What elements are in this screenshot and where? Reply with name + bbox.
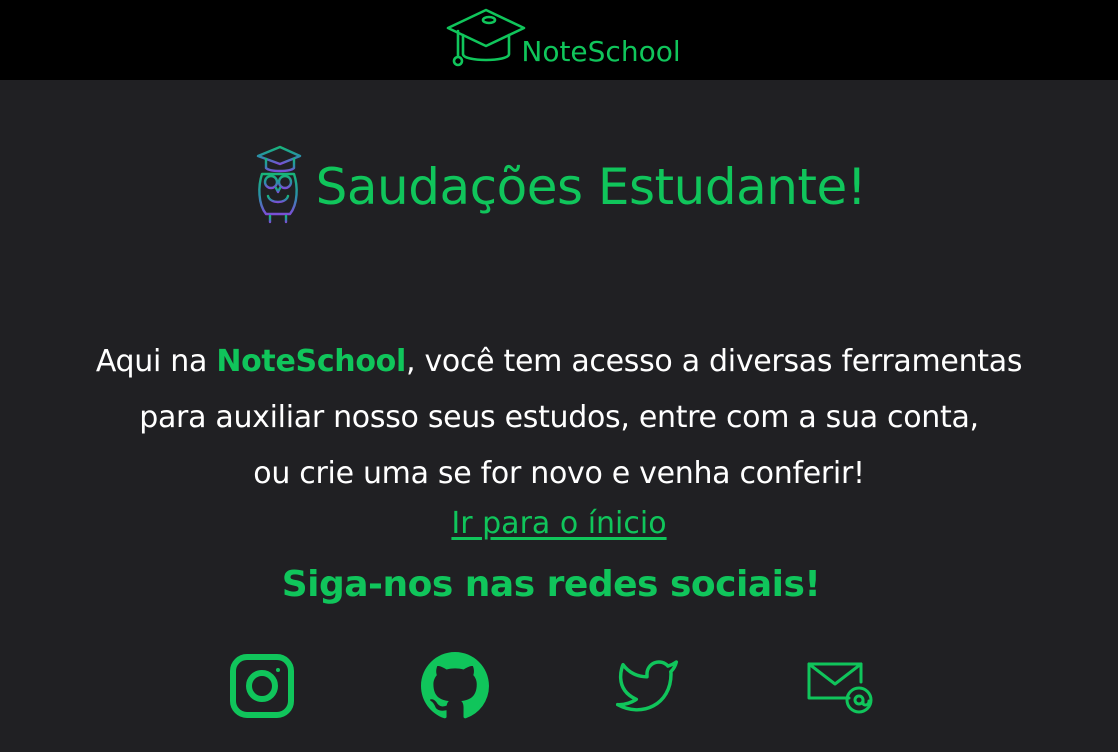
greeting-title: Saudações Estudante! bbox=[315, 158, 867, 216]
email-icon bbox=[803, 656, 875, 720]
graduation-cap-icon bbox=[445, 4, 527, 76]
twitter-link[interactable] bbox=[611, 652, 683, 724]
social-section-title: Siga-nos nas redes sociais! bbox=[281, 564, 821, 605]
main-panel: Saudações Estudante! Aqui na NoteSchool,… bbox=[0, 80, 1118, 752]
greeting-heading: Saudações Estudante! bbox=[0, 144, 1118, 230]
intro-paragraph: Aqui na NoteSchool, você tem acesso a di… bbox=[0, 334, 1118, 502]
intro-line-1-suffix: , você tem acesso a diversas ferramentas bbox=[405, 344, 1023, 379]
twitter-icon bbox=[612, 654, 682, 722]
github-icon bbox=[421, 652, 489, 724]
intro-brand-highlight: NoteSchool bbox=[216, 344, 406, 379]
owl-graduate-icon bbox=[252, 144, 304, 230]
instagram-link[interactable] bbox=[226, 652, 298, 724]
home-link-container: Ir para o ínicio bbox=[0, 506, 1118, 541]
go-home-link[interactable]: Ir para o ínicio bbox=[451, 506, 666, 541]
intro-line-2: para auxiliar nosso seus estudos, entre … bbox=[139, 400, 979, 435]
social-links bbox=[0, 652, 1118, 732]
intro-line-1: Aqui na NoteSchool, você tem acesso a di… bbox=[0, 334, 1118, 390]
instagram-icon bbox=[227, 651, 297, 725]
top-header: NoteSchool bbox=[0, 0, 1118, 80]
intro-line-1-prefix: Aqui na bbox=[95, 344, 217, 379]
email-link[interactable] bbox=[803, 652, 875, 724]
github-link[interactable] bbox=[419, 652, 491, 724]
intro-line-3: ou crie uma se for novo e venha conferir… bbox=[253, 456, 865, 491]
brand-logo-link[interactable]: NoteSchool bbox=[445, 4, 681, 76]
brand-name: NoteSchool bbox=[521, 35, 681, 68]
